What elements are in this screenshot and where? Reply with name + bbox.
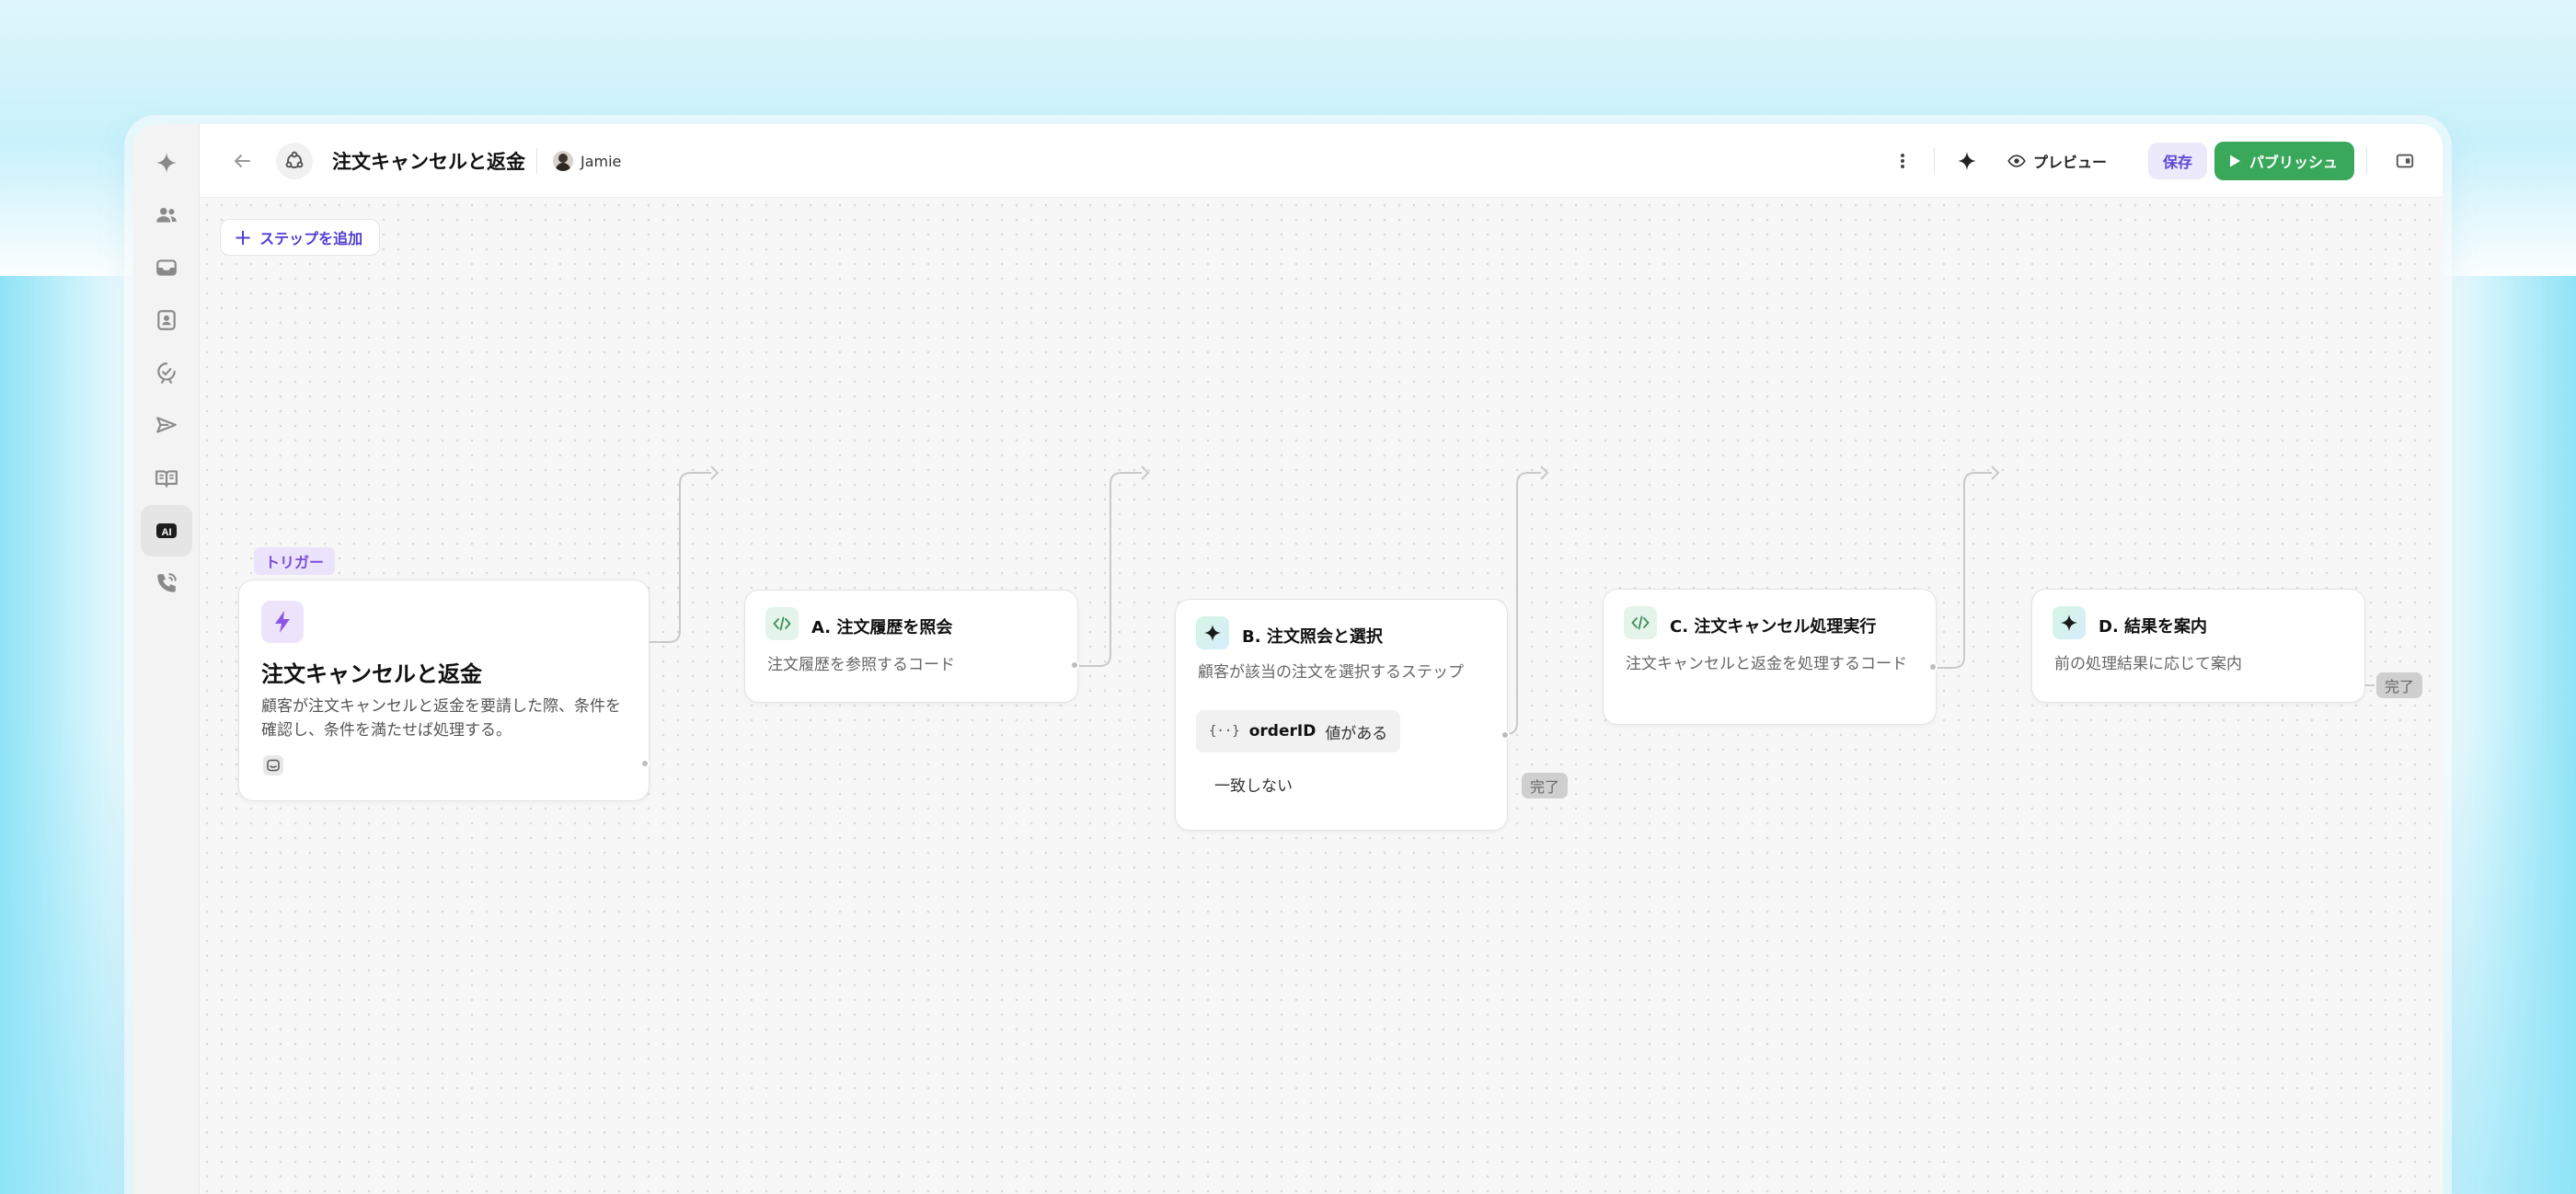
avatar: [553, 151, 573, 171]
preview-button[interactable]: プレビュー: [2007, 124, 2107, 198]
fallback-branch-label: 一致しない: [1214, 777, 1293, 796]
end-pill: 完了: [2376, 672, 2423, 698]
book-icon: [155, 470, 178, 488]
step-node-d[interactable]: D. 結果を案内 前の処理結果に応じて案内: [2031, 589, 2365, 703]
users-nav-button[interactable]: [141, 189, 192, 241]
trigger-node[interactable]: 注文キャンセルと返金 顧客が注文キャンセルと返金を要請した際、条件を確認し、条件…: [238, 580, 650, 801]
condition-operator: 値がある: [1325, 724, 1388, 743]
sidebar-panel-icon: [2396, 154, 2414, 168]
top-bar: 注文キャンセルと返金 Jamie プレビュー 保存 パブリッシュ: [200, 124, 2443, 198]
lightning-icon: [261, 601, 304, 643]
wire-arrow: [1540, 465, 1549, 480]
workflow-cycle-icon: [285, 151, 304, 168]
ai-nav-button[interactable]: AI: [141, 505, 192, 557]
phone-icon: [157, 573, 177, 592]
variable-icon: {··}: [1209, 724, 1240, 739]
step-description: 顧客が該当の注文を選択するステップ: [1198, 663, 1464, 682]
more-menu-button[interactable]: [1889, 124, 1916, 198]
play-icon: [2230, 155, 2240, 167]
step-node-b[interactable]: B. 注文照会と選択 顧客が該当の注文を選択するステップ {··} orderI…: [1175, 599, 1510, 831]
users-icon: [156, 207, 177, 223]
owner-name: Jamie: [581, 152, 622, 170]
divider: [536, 148, 537, 174]
background-glow-left: [0, 276, 147, 1194]
trigger-tag: トリガー: [254, 547, 336, 575]
inbox-icon: [156, 259, 177, 276]
phone-nav-button[interactable]: [141, 557, 192, 609]
step-description: 注文キャンセルと返金を処理するコード: [1626, 655, 1907, 673]
send-nav-button[interactable]: [141, 400, 192, 452]
back-button[interactable]: [225, 124, 259, 198]
publish-label: パブリッシュ: [2249, 154, 2339, 171]
contact-card-icon: [157, 310, 176, 330]
save-button[interactable]: 保存: [2148, 143, 2208, 179]
wire-c-to-d: [1932, 472, 1992, 669]
wire-arrow: [1991, 465, 2000, 480]
sparkle-icon: [1958, 152, 1976, 170]
divider: [2366, 148, 2367, 174]
workflow-logo: [276, 124, 313, 198]
preview-label: プレビュー: [2033, 154, 2108, 171]
chat-channel-icon: [263, 755, 283, 775]
knowledge-nav-button[interactable]: [141, 453, 192, 504]
step-title: D. 結果を案内: [2099, 617, 2208, 637]
sparkle-icon: [156, 153, 177, 173]
ai-badge-text: AI: [162, 527, 172, 538]
step-node-a[interactable]: A. 注文履歴を照会 注文履歴を参照するコード: [744, 590, 1079, 703]
workflow-canvas[interactable]: + ステップを追加 トリガー 注文キャンセルと返金 顧客が注文キャンセルと返金を…: [200, 198, 2443, 1194]
trigger-description: 顧客が注文キャンセルと返金を要請した際、条件を確認し、条件を満たせば処理する。: [261, 697, 621, 740]
app-window: AI 注文キャンセルと返金 Jamie プレビュー 保存 パブリッシュ + ステ…: [133, 124, 2443, 1194]
step-description: 注文履歴を参照するコード: [767, 656, 955, 674]
verified-nav-button[interactable]: [141, 347, 192, 398]
wire-a-to-b: [1076, 472, 1142, 667]
inbox-nav-button[interactable]: [141, 242, 192, 293]
wire-trigger-to-a: [644, 472, 711, 643]
step-title: A. 注文履歴を照会: [811, 618, 953, 637]
trigger-title: 注文キャンセルと返金: [261, 661, 482, 687]
condition-branch[interactable]: {··} orderID 値がある: [1196, 710, 1401, 752]
divider: [1934, 148, 1935, 174]
publish-button[interactable]: パブリッシュ: [2214, 142, 2355, 180]
arrow-left-icon: [235, 155, 250, 167]
output-port[interactable]: [1070, 660, 1079, 670]
page-title: 注文キャンセルと返金: [332, 151, 525, 173]
left-rail: AI: [133, 124, 200, 1194]
step-description: 前の処理結果に応じて案内: [2054, 655, 2242, 673]
code-icon: [1624, 606, 1657, 639]
sparkle-icon: [2053, 606, 2086, 639]
verified-badge-icon: [157, 362, 176, 384]
sparkle-icon: [1196, 616, 1229, 649]
sparkle-nav-button[interactable]: [141, 137, 192, 189]
send-icon: [156, 417, 177, 433]
contacts-nav-button[interactable]: [141, 294, 192, 346]
code-icon: [765, 607, 799, 640]
step-title: C. 注文キャンセル処理実行: [1670, 617, 1877, 637]
output-port[interactable]: [1928, 662, 1938, 672]
output-port[interactable]: [1501, 730, 1510, 740]
wire-arrow: [710, 465, 719, 480]
ai-icon: AI: [156, 523, 177, 538]
end-pill: 完了: [1522, 773, 1569, 798]
ai-assist-button[interactable]: [1951, 124, 1983, 198]
step-title: B. 注文照会と選択: [1242, 627, 1383, 647]
eye-icon: [2007, 155, 2026, 167]
condition-variable: orderID: [1248, 722, 1317, 741]
wire-arrow: [1141, 465, 1150, 480]
owner-chip[interactable]: Jamie: [553, 124, 621, 198]
step-node-c[interactable]: C. 注文キャンセル処理実行 注文キャンセルと返金を処理するコード: [1603, 589, 1938, 725]
background-glow-right: [2429, 276, 2576, 1194]
more-vertical-icon: [1901, 154, 1904, 168]
output-port[interactable]: [640, 759, 650, 768]
toggle-panel-button[interactable]: [2389, 124, 2421, 198]
